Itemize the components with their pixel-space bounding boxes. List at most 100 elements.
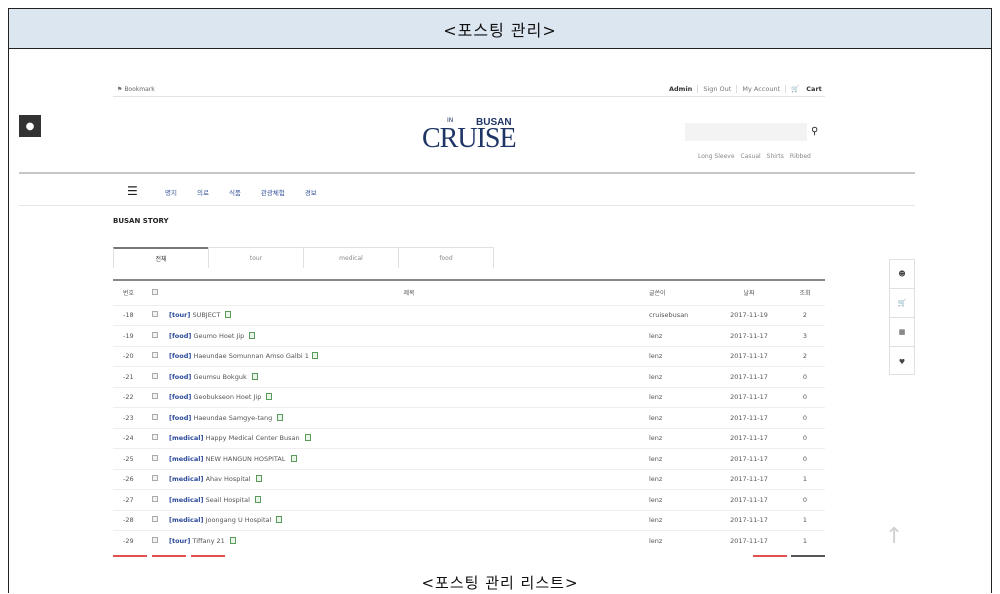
post-category[interactable]: [medical] [169, 516, 203, 524]
post-category[interactable]: [tour] [169, 537, 190, 545]
post-title[interactable]: Geobukseon Hoet Jip [193, 393, 261, 401]
logo-text: CRUISE [422, 123, 517, 154]
tab-all[interactable]: 전체 [113, 247, 209, 268]
post-views: 0 [785, 366, 825, 387]
post-title-cell[interactable]: [food] Geumsu Bokguk [165, 366, 649, 387]
bookmark-link[interactable]: ⚑ Bookmark [117, 86, 155, 93]
table-row[interactable]: -24 [medical] Happy Medical Center Busan … [113, 427, 825, 449]
nav-item[interactable]: 경보 [305, 187, 317, 197]
row-checkbox[interactable] [145, 509, 165, 531]
nav-item[interactable]: 의료 [197, 187, 209, 197]
row-checkbox[interactable] [145, 325, 165, 346]
row-number: -25 [113, 448, 145, 469]
list-icon[interactable]: ▦ [890, 318, 914, 347]
document-icon [254, 495, 261, 503]
cart-link[interactable]: 🛒 Cart [785, 85, 832, 93]
row-number: -18 [113, 304, 145, 326]
document-icon [255, 475, 262, 483]
cart-icon[interactable]: 🛒 [890, 289, 914, 318]
search-input[interactable] [685, 123, 807, 141]
row-number: -29 [113, 530, 145, 551]
post-title[interactable]: Joongang U Hospital [206, 516, 272, 524]
hamburger-icon[interactable]: ☰ [127, 184, 138, 198]
post-title[interactable]: Ahav Hospital [206, 475, 251, 483]
user-icon[interactable]: ☻ [890, 260, 914, 289]
post-category[interactable]: [medical] [169, 434, 203, 442]
row-checkbox[interactable] [145, 386, 165, 408]
post-category[interactable]: [food] [169, 393, 191, 401]
post-title-cell[interactable]: [food] Geobukseon Hoet Jip [165, 386, 649, 408]
row-checkbox[interactable] [145, 345, 165, 367]
admin-link[interactable]: Admin [664, 85, 697, 93]
table-row[interactable]: -21 [food] Geumsu Bokguk lenz 2017-11-17 0 [113, 366, 825, 387]
table-row[interactable]: -29 [tour] Tiffany 21 lenz 2017-11-17 1 [113, 530, 825, 551]
post-title[interactable]: Tiffany 21 [192, 537, 224, 545]
post-title[interactable]: NEW HANGUN HOSPITAL [206, 455, 286, 463]
post-title[interactable]: Haeundae Samgye-tang [193, 414, 272, 422]
post-category[interactable]: [food] [169, 414, 191, 422]
row-checkbox[interactable] [145, 304, 165, 326]
tab-medical[interactable]: medical [303, 247, 399, 268]
side-menu-toggle-button[interactable]: ● [19, 115, 41, 137]
post-category[interactable]: [food] [169, 352, 191, 360]
post-category[interactable]: [food] [169, 332, 191, 340]
red-marker [191, 555, 225, 557]
search-icon[interactable]: ⚲ [811, 126, 818, 137]
post-category[interactable]: [tour] [169, 311, 190, 319]
scroll-top-icon[interactable]: ↑ [885, 524, 903, 549]
post-category[interactable]: [medical] [169, 496, 203, 504]
row-checkbox[interactable] [145, 407, 165, 428]
table-row[interactable]: -18 [tour] SUBJECT cruisebusan 2017-11-19 2 [113, 304, 825, 326]
table-row[interactable]: -23 [food] Haeundae Samgye-tang lenz 2017-… [113, 407, 825, 428]
post-title[interactable]: Seail Hospital [206, 496, 250, 504]
post-title-cell[interactable]: [food] Haeundae Somunnan Amso Galbi 1 [165, 345, 649, 367]
tab-food[interactable]: food [398, 247, 494, 268]
post-title[interactable]: SUBJECT [192, 311, 220, 319]
tab-tour[interactable]: tour [208, 247, 304, 268]
table-row[interactable]: -20 [food] Haeundae Somunnan Amso Galbi 1… [113, 345, 825, 367]
post-title-cell[interactable]: [tour] SUBJECT [165, 304, 649, 326]
post-title-cell[interactable]: [medical] Joongang U Hospital [165, 509, 649, 531]
row-checkbox[interactable] [145, 468, 165, 490]
row-checkbox[interactable] [145, 448, 165, 469]
nav-item[interactable]: 식품 [229, 187, 241, 197]
row-checkbox[interactable] [145, 427, 165, 449]
quick-link[interactable]: Casual [741, 153, 761, 160]
table-row[interactable]: -26 [medical] Ahav Hospital lenz 2017-11-1… [113, 468, 825, 490]
table-row[interactable]: -27 [medical] Seail Hospital lenz 2017-11-… [113, 489, 825, 510]
row-checkbox[interactable] [145, 366, 165, 387]
post-title[interactable]: Haeundae Somunnan Amso Galbi [193, 352, 302, 360]
table-row[interactable]: -22 [food] Geobukseon Hoet Jip lenz 2017-1… [113, 386, 825, 408]
post-title-cell[interactable]: [tour] Tiffany 21 [165, 530, 649, 551]
site-logo[interactable]: IN BUSAN CRUISE [422, 117, 517, 154]
post-title-cell[interactable]: [medical] NEW HANGUN HOSPITAL [165, 448, 649, 469]
post-category[interactable]: [medical] [169, 455, 203, 463]
quick-link[interactable]: Ribbed [790, 153, 811, 160]
select-all-checkbox[interactable] [145, 281, 165, 305]
table-row[interactable]: -25 [medical] NEW HANGUN HOSPITAL lenz 201… [113, 448, 825, 469]
row-checkbox[interactable] [145, 530, 165, 551]
post-title[interactable]: Geumsu Bokguk [193, 373, 246, 381]
post-title-cell[interactable]: [food] Haeundae Samgye-tang [165, 407, 649, 428]
quick-link[interactable]: Shirts [767, 153, 784, 160]
post-title-cell[interactable]: [medical] Seail Hospital [165, 489, 649, 510]
post-title-cell[interactable]: [medical] Happy Medical Center Busan [165, 427, 649, 449]
post-title[interactable]: Happy Medical Center Busan [206, 434, 300, 442]
post-category[interactable]: [food] [169, 373, 191, 381]
my-account-link[interactable]: My Account [736, 85, 785, 93]
post-title[interactable]: Geumo Hoet Jip [193, 332, 244, 340]
quick-links: Long Sleeve Casual Shirts Ribbed [698, 153, 811, 160]
nav-item[interactable]: 명지 [165, 187, 177, 197]
post-title-cell[interactable]: [food] Geumo Hoet Jip [165, 325, 649, 346]
post-title-cell[interactable]: [medical] Ahav Hospital [165, 468, 649, 490]
nav-item[interactable]: 관광체험 [261, 187, 285, 197]
sign-out-link[interactable]: Sign Out [697, 85, 736, 93]
post-writer: lenz [649, 386, 713, 408]
row-checkbox[interactable] [145, 489, 165, 510]
table-row[interactable]: -28 [medical] Joongang U Hospital lenz 201… [113, 509, 825, 531]
quick-link[interactable]: Long Sleeve [698, 153, 735, 160]
post-writer: cruisebusan [649, 304, 713, 326]
table-row[interactable]: -19 [food] Geumo Hoet Jip lenz 2017-11-17 3 [113, 325, 825, 346]
heart-icon[interactable]: ♥ [890, 347, 914, 376]
post-category[interactable]: [medical] [169, 475, 203, 483]
